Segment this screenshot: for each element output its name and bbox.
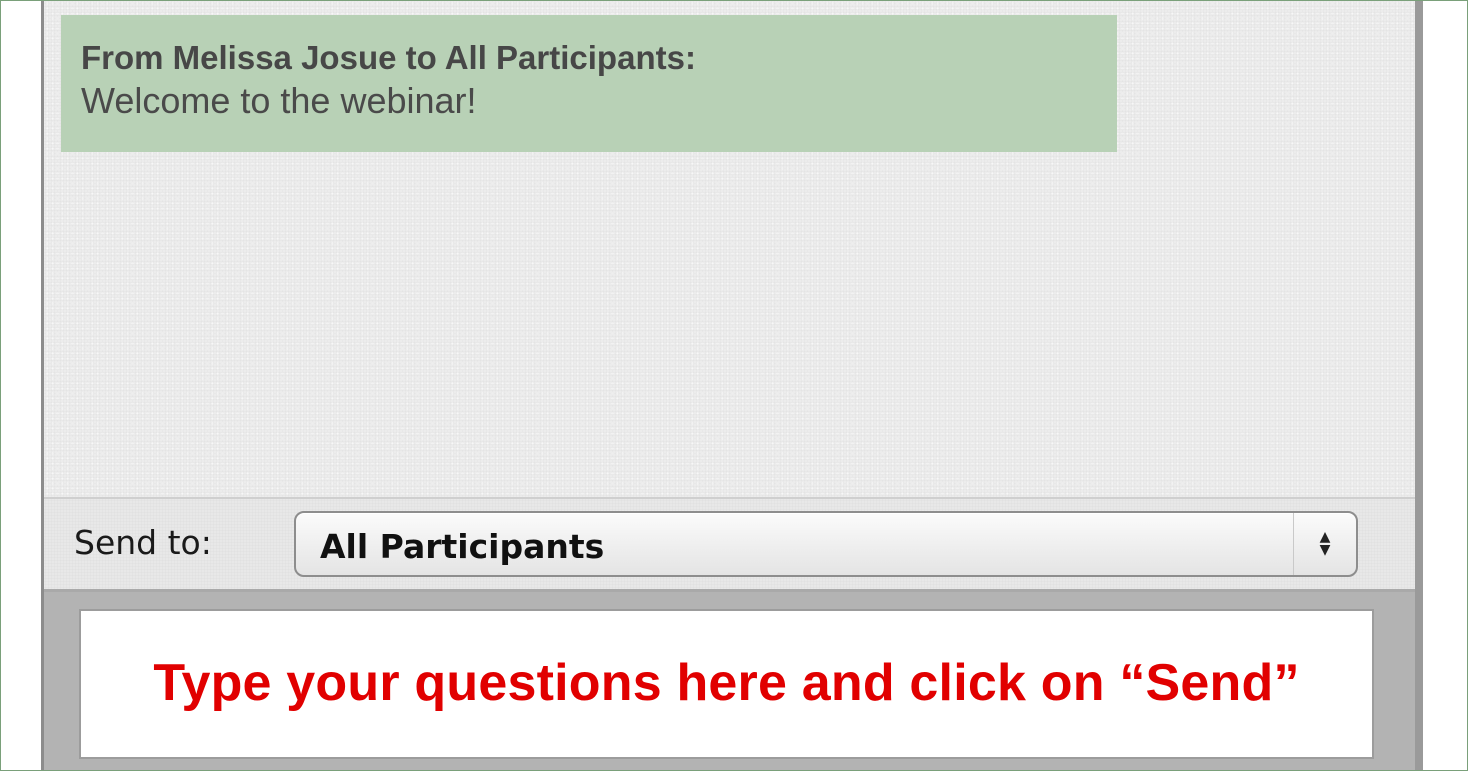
chat-message-input[interactable]: Type your questions here and click on “S… xyxy=(79,609,1374,759)
send-to-row: Send to: All Participants ▲ ▼ xyxy=(44,499,1415,592)
message-input-frame: Type your questions here and click on “S… xyxy=(44,592,1415,770)
send-to-select[interactable]: All Participants ▲ ▼ xyxy=(294,511,1358,577)
send-to-selected-value: All Participants xyxy=(320,527,605,566)
input-instruction-text: Type your questions here and click on “S… xyxy=(153,654,1300,712)
message-text: Welcome to the webinar! xyxy=(81,80,477,121)
page: Send to: All Participants ▲ ▼ Type your … xyxy=(0,0,1468,771)
message-sender-header: From Melissa Josue to All Participants: xyxy=(81,39,696,76)
up-down-chevron-icon: ▲ ▼ xyxy=(1293,513,1356,575)
chat-message: From Melissa Josue to All Participants: … xyxy=(61,15,1117,152)
send-to-label: Send to: xyxy=(74,523,212,562)
